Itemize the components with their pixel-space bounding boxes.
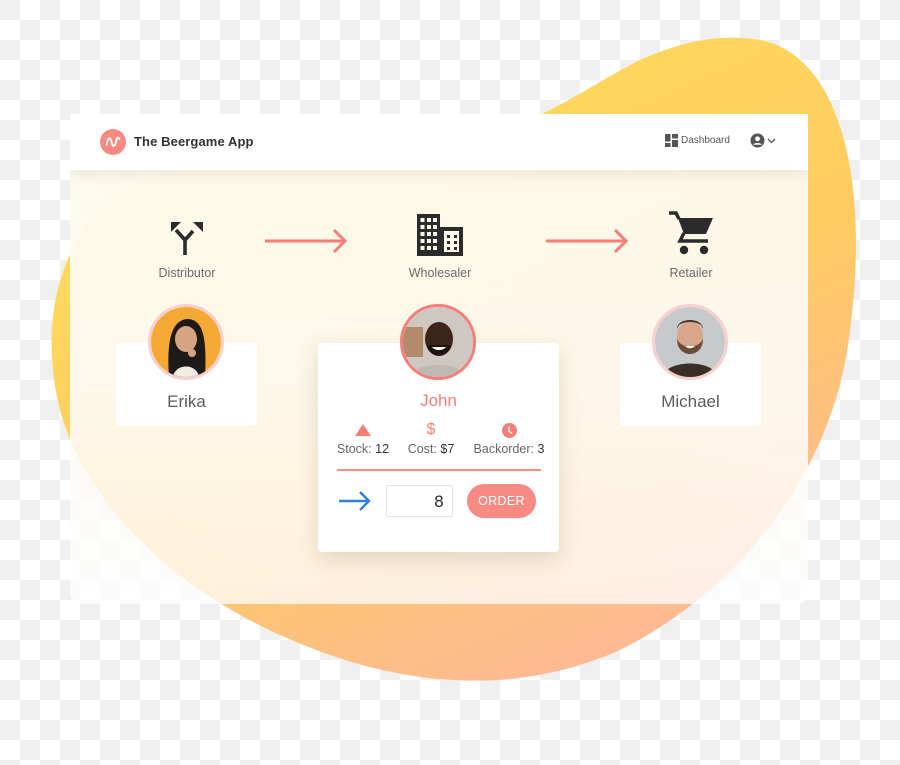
avatar-erika [148, 304, 224, 380]
flow-arrow-icon [265, 228, 348, 254]
nav-dashboard-label: Dashboard [681, 135, 730, 146]
role-distributor: Distributor [127, 212, 247, 280]
role-label: Retailer [669, 266, 713, 280]
person-photo-icon [151, 307, 221, 377]
person-photo-icon [403, 307, 473, 377]
stat-label: Stock: [336, 442, 372, 456]
nav-dashboard[interactable]: Dashboard [665, 134, 730, 147]
app-logo[interactable] [100, 129, 126, 155]
stat-value: 3 [537, 442, 545, 456]
player-name: John [420, 391, 457, 410]
flow-arrow-icon [546, 228, 629, 254]
top-navbar: The Beergame App Dashboard [70, 114, 808, 170]
stat-value: $7 [440, 442, 455, 456]
user-circle-icon [750, 133, 765, 148]
app-title[interactable]: The Beergame App [134, 134, 254, 149]
player-name: Michael [661, 392, 720, 411]
dollar-icon: $ [426, 421, 436, 438]
user-menu[interactable] [750, 133, 776, 148]
order-quantity-input[interactable] [386, 485, 453, 517]
role-wholesaler: Wholesaler [380, 212, 500, 280]
player-name: Erika [167, 392, 206, 411]
stat-cost: $ Cost: $7 [403, 421, 459, 456]
stat-label: Backorder: [473, 442, 534, 456]
role-label: Wholesaler [408, 266, 472, 280]
wave-icon [105, 136, 121, 147]
stat-stock: Stock: 12 [335, 421, 391, 456]
role-retailer: Retailer [631, 211, 751, 280]
person-photo-icon [655, 307, 725, 377]
divider [337, 469, 541, 471]
order-button[interactable]: ORDER [467, 484, 536, 518]
clock-icon [501, 422, 517, 438]
dashboard-grid-icon [665, 134, 678, 147]
stat-value: 12 [375, 442, 390, 456]
arrow-right-icon [339, 491, 371, 511]
chevron-down-icon [767, 138, 776, 143]
triangle-up-icon [355, 424, 371, 436]
stat-backorder: Backorder: 3 [467, 421, 551, 456]
avatar-john [400, 304, 476, 380]
shopping-cart-icon [669, 211, 713, 255]
avatar-michael [652, 304, 728, 380]
split-arrows-icon [171, 222, 203, 255]
building-icon [417, 214, 463, 256]
app-window: The Beergame App Dashboard Distributor W… [70, 114, 808, 604]
role-label: Distributor [158, 266, 216, 280]
stat-label: Cost: [407, 442, 437, 456]
